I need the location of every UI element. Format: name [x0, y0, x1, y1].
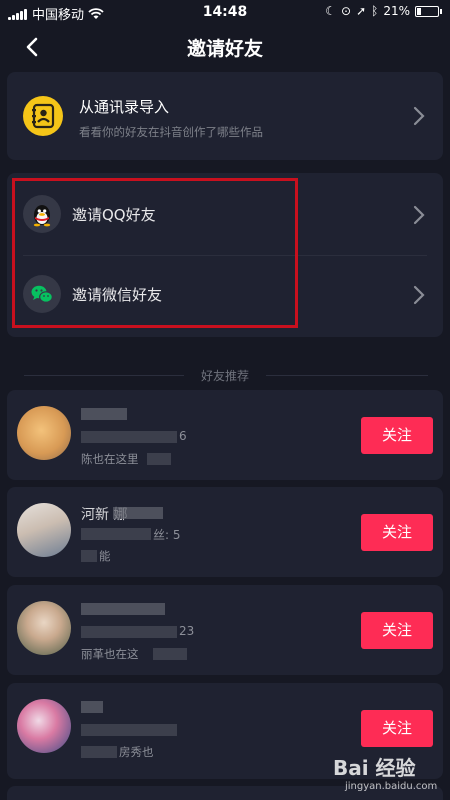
recommended-friends-header: 好友推荐: [0, 366, 450, 386]
blurred-text: [81, 528, 151, 540]
status-right: ☾ ⊙ ➚ ᛒ 21%: [320, 4, 442, 18]
bluetooth-icon: ᛒ: [371, 4, 379, 18]
blurred-text: [81, 724, 177, 736]
nav-bar: 邀请好友: [0, 24, 450, 70]
friend-stats: 6: [179, 429, 187, 443]
battery-percent: 21%: [383, 4, 410, 18]
chevron-right-icon: [413, 205, 425, 225]
friend-row[interactable]: 23 丽革也在这 关注: [7, 585, 443, 675]
invite-wechat-row[interactable]: 邀请微信好友: [7, 255, 443, 335]
blurred-text: [147, 453, 171, 465]
blurred-text: [81, 701, 103, 713]
friend-stats: 丝: 5: [153, 528, 181, 542]
lock-rotation-icon: ⊙: [341, 4, 352, 18]
battery-icon: [415, 5, 439, 17]
follow-button[interactable]: 关注: [361, 417, 433, 454]
watermark-brand: Bai 经验: [333, 756, 416, 780]
watermark-url: jingyan.baidu.com: [345, 781, 438, 792]
friend-stats: 23: [179, 624, 195, 638]
qq-penguin-icon: [23, 195, 61, 233]
invite-wechat-label: 邀请微信好友: [72, 286, 163, 304]
invite-card: 邀请QQ好友 邀请微信好友: [7, 173, 443, 337]
chevron-right-icon: [413, 285, 425, 305]
chevron-right-icon: [413, 106, 425, 126]
blurred-text: [81, 550, 97, 562]
avatar: [17, 406, 71, 460]
friend-description: 房秀也: [119, 745, 154, 759]
avatar: [17, 699, 71, 753]
divider: [266, 375, 428, 376]
follow-button[interactable]: 关注: [361, 612, 433, 649]
friend-description: 能: [99, 549, 111, 563]
avatar: [17, 503, 71, 557]
blurred-text: [81, 408, 127, 420]
friend-description: 陈也在这里: [81, 452, 139, 466]
follow-button[interactable]: 关注: [361, 710, 433, 747]
contacts-book-icon: [23, 96, 63, 136]
blurred-text: [113, 507, 163, 519]
blurred-text: [81, 626, 177, 638]
battery-fill: [417, 7, 421, 15]
baidu-jingyan-watermark: Bai 经验 jingyan.baidu.com: [333, 752, 445, 796]
invite-qq-row[interactable]: 邀请QQ好友: [7, 175, 443, 255]
avatar: [17, 601, 71, 655]
import-contacts-card[interactable]: 从通讯录导入 看看你的好友在抖音创作了哪些作品: [7, 72, 443, 160]
location-icon: ➚: [356, 4, 367, 18]
page-title: 邀请好友: [186, 38, 263, 60]
follow-button[interactable]: 关注: [361, 514, 433, 551]
friend-row[interactable]: 6 陈也在这里 关注: [7, 390, 443, 480]
blurred-text: [81, 746, 117, 758]
friend-row[interactable]: 河新 娜 丝: 5 能 关注: [7, 487, 443, 577]
blurred-text: [81, 431, 177, 443]
friend-description: 丽革也在这: [81, 647, 139, 661]
wechat-icon: [23, 275, 61, 313]
blurred-text: [153, 648, 187, 660]
blurred-text: [81, 603, 165, 615]
import-contacts-title: 从通讯录导入: [79, 98, 170, 116]
import-contacts-subtitle: 看看你的好友在抖音创作了哪些作品: [79, 125, 263, 139]
invite-qq-label: 邀请QQ好友: [72, 206, 156, 224]
battery-tip: [440, 8, 442, 14]
moon-icon: ☾: [325, 4, 336, 18]
status-bar: 中国移动 14:48 ☾ ⊙ ➚ ᛒ 21%: [0, 0, 450, 24]
